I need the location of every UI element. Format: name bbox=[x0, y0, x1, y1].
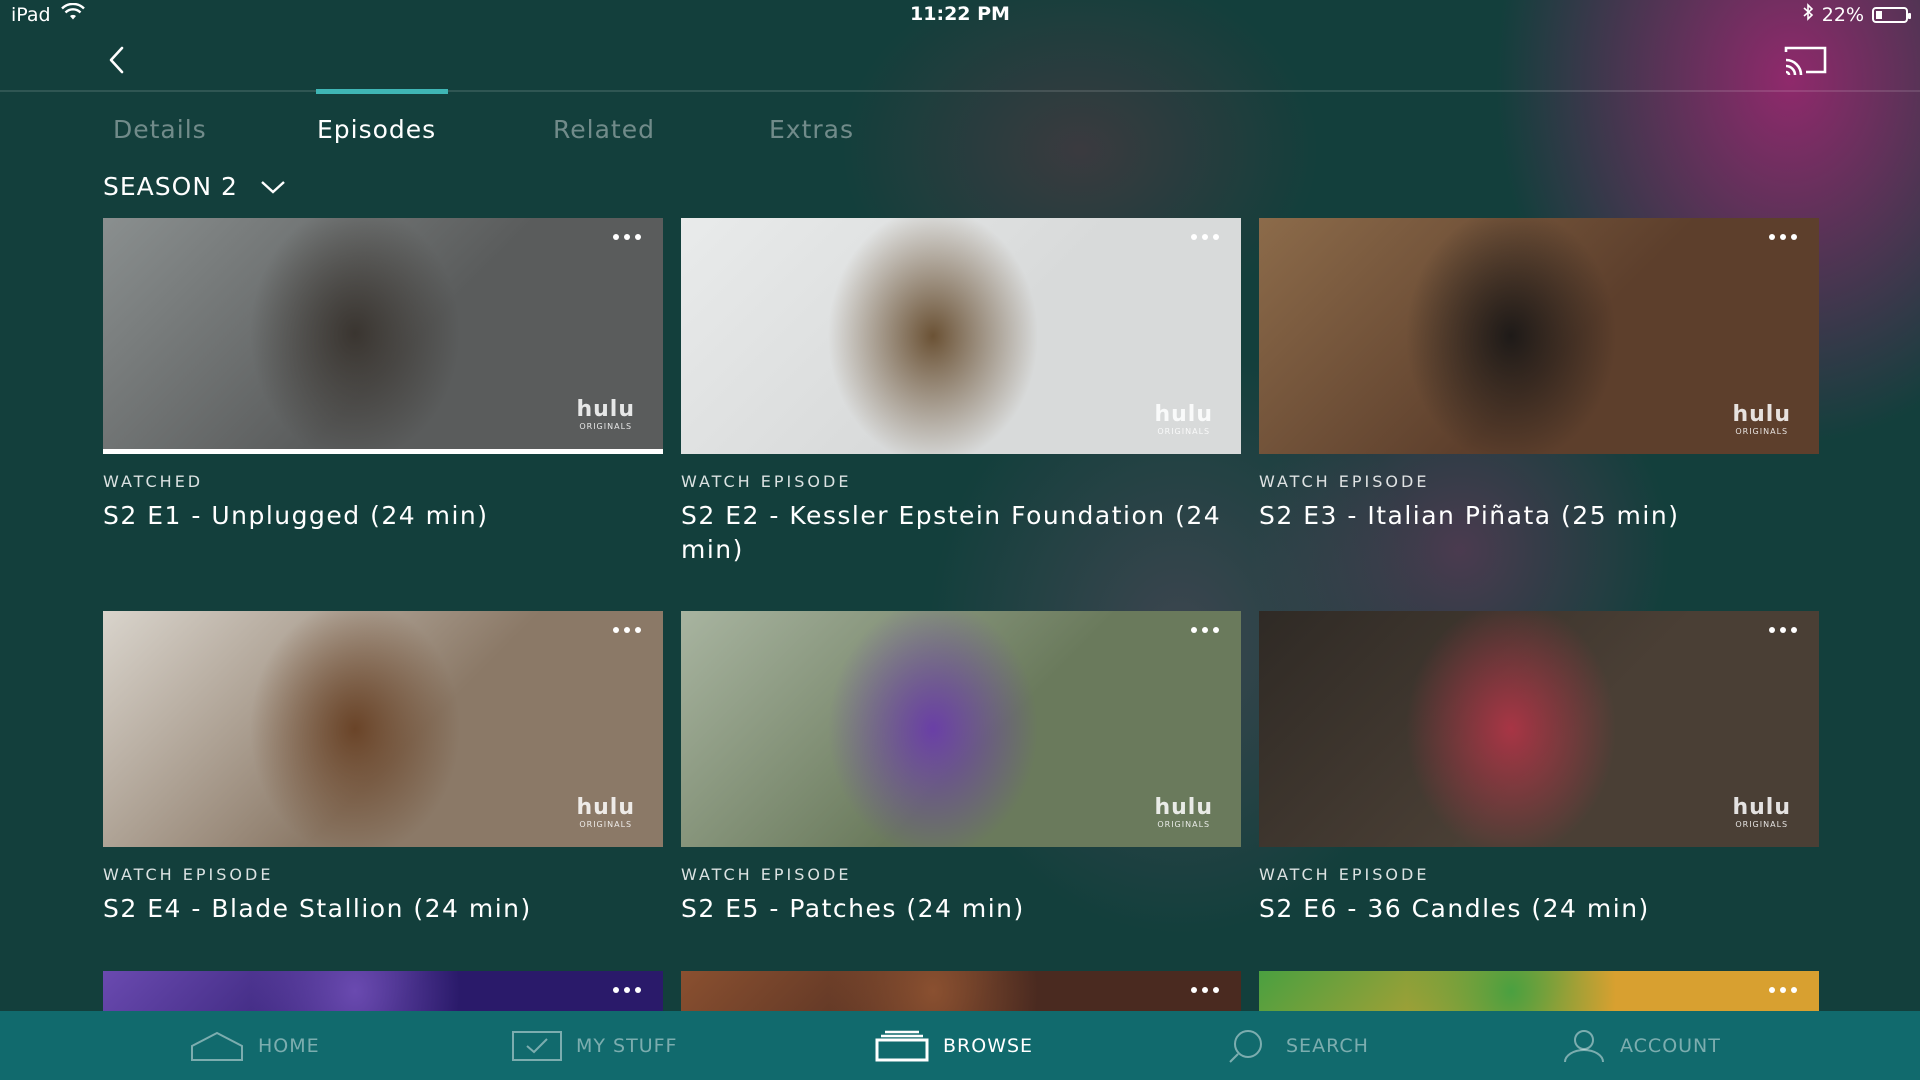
checkmark-box-icon bbox=[512, 1030, 562, 1061]
episode-status: WATCHED bbox=[103, 472, 204, 491]
browse-stack-icon bbox=[875, 1030, 929, 1061]
header-divider bbox=[0, 90, 1920, 92]
hulu-originals-logo: hulu ORIGINALS bbox=[576, 795, 635, 829]
hulu-originals-logo: hulu ORIGINALS bbox=[1732, 795, 1791, 829]
tab-details[interactable]: Details bbox=[113, 115, 207, 144]
episode-title[interactable]: S2 E4 - Blade Stallion (24 min) bbox=[103, 892, 663, 926]
episode-title[interactable]: S2 E6 - 36 Candles (24 min) bbox=[1259, 892, 1819, 926]
episode-card[interactable]: hulu ORIGINALS WATCH EPISODE S2 E3 - Italia… bbox=[1259, 218, 1819, 533]
episode-card[interactable]: hulu ORIGINALS WATCH EPISODE S2 E6 - 36 Can… bbox=[1259, 611, 1819, 926]
more-options-icon[interactable] bbox=[1191, 987, 1219, 993]
more-options-icon[interactable] bbox=[1769, 987, 1797, 993]
episode-thumbnail[interactable]: hulu ORIGINALS bbox=[103, 611, 663, 847]
hulu-originals-logo: hulu ORIGINALS bbox=[1154, 402, 1213, 436]
more-options-icon[interactable] bbox=[1769, 627, 1797, 633]
status-bar: iPad 11:22 PM 22% bbox=[0, 0, 1920, 30]
battery-percent: 22% bbox=[1821, 3, 1864, 26]
episode-thumbnail[interactable] bbox=[681, 971, 1241, 1011]
season-label: SEASON 2 bbox=[103, 172, 238, 201]
more-options-icon[interactable] bbox=[1769, 234, 1797, 240]
nav-browse-label: BROWSE bbox=[943, 1034, 1034, 1057]
nav-search-label: SEARCH bbox=[1286, 1034, 1369, 1057]
episode-thumbnail[interactable]: hulu ORIGINALS bbox=[681, 218, 1241, 454]
episode-thumbnail[interactable]: hulu ORIGINALS bbox=[103, 218, 663, 454]
tab-extras[interactable]: Extras bbox=[769, 115, 854, 144]
episode-status: WATCH EPISODE bbox=[681, 472, 852, 491]
season-selector[interactable]: SEASON 2 bbox=[103, 172, 286, 201]
episode-card[interactable]: hulu ORIGINALS WATCH EPISODE S2 E4 - Blade … bbox=[103, 611, 663, 926]
tab-episodes[interactable]: Episodes bbox=[317, 115, 436, 144]
episode-status: WATCH EPISODE bbox=[1259, 472, 1430, 491]
nav-account-label: ACCOUNT bbox=[1620, 1034, 1721, 1057]
nav-account[interactable]: ACCOUNT bbox=[1562, 1011, 1721, 1080]
back-button[interactable] bbox=[100, 42, 136, 78]
hulu-originals-logo: hulu ORIGINALS bbox=[576, 397, 635, 431]
nav-home[interactable]: HOME bbox=[190, 1011, 320, 1080]
episode-thumbnail[interactable]: hulu ORIGINALS bbox=[681, 611, 1241, 847]
hulu-originals-logo: hulu ORIGINALS bbox=[1154, 795, 1213, 829]
bluetooth-icon bbox=[1802, 3, 1814, 26]
episode-status: WATCH EPISODE bbox=[103, 865, 274, 884]
episode-card[interactable]: hulu ORIGINALS WATCH EPISODE S2 E2 - Kessle… bbox=[681, 218, 1241, 567]
chevron-left-icon bbox=[109, 46, 124, 74]
chevron-down-icon bbox=[261, 180, 285, 194]
nav-my-stuff-label: MY STUFF bbox=[576, 1034, 678, 1057]
nav-search[interactable]: SEARCH bbox=[1226, 1011, 1369, 1080]
episode-title[interactable]: S2 E2 - Kessler Epstein Foundation (24 m… bbox=[681, 499, 1241, 567]
battery-icon bbox=[1872, 6, 1911, 23]
episode-card[interactable]: hulu ORIGINALS WATCHED S2 E1 - Unplugged (2… bbox=[103, 218, 663, 533]
clock: 11:22 PM bbox=[910, 3, 1010, 25]
active-tab-indicator bbox=[316, 89, 448, 94]
episode-status: WATCH EPISODE bbox=[1259, 865, 1430, 884]
more-options-icon[interactable] bbox=[613, 234, 641, 240]
episode-thumbnail[interactable] bbox=[103, 971, 663, 1011]
episode-card[interactable]: hulu ORIGINALS WATCH EPISODE S2 E5 - Patche… bbox=[681, 611, 1241, 926]
episode-title[interactable]: S2 E5 - Patches (24 min) bbox=[681, 892, 1241, 926]
episode-thumbnail[interactable] bbox=[1259, 971, 1819, 1011]
tab-related[interactable]: Related bbox=[553, 115, 655, 144]
hulu-originals-logo: hulu ORIGINALS bbox=[1732, 402, 1791, 436]
episode-card-partial[interactable] bbox=[103, 971, 663, 1011]
more-options-icon[interactable] bbox=[613, 627, 641, 633]
bottom-nav: HOME MY STUFF BROWSE SEARCH ACCOUNT bbox=[0, 1011, 1920, 1080]
episode-title[interactable]: S2 E3 - Italian Piñata (25 min) bbox=[1259, 499, 1819, 533]
more-options-icon[interactable] bbox=[613, 987, 641, 993]
episode-status: WATCH EPISODE bbox=[681, 865, 852, 884]
episode-thumbnail[interactable]: hulu ORIGINALS bbox=[1259, 611, 1819, 847]
account-icon bbox=[1564, 1029, 1604, 1062]
cast-button[interactable] bbox=[1780, 44, 1830, 76]
more-options-icon[interactable] bbox=[1191, 627, 1219, 633]
more-options-icon[interactable] bbox=[1191, 234, 1219, 240]
cast-icon bbox=[1784, 46, 1827, 76]
home-icon bbox=[191, 1031, 243, 1061]
episode-title[interactable]: S2 E1 - Unplugged (24 min) bbox=[103, 499, 663, 533]
episode-card-partial[interactable] bbox=[681, 971, 1241, 1011]
episode-thumbnail[interactable]: hulu ORIGINALS bbox=[1259, 218, 1819, 454]
nav-home-label: HOME bbox=[258, 1034, 320, 1057]
nav-my-stuff[interactable]: MY STUFF bbox=[512, 1011, 677, 1080]
episode-card-partial[interactable] bbox=[1259, 971, 1819, 1011]
search-icon bbox=[1229, 1029, 1262, 1063]
nav-browse[interactable]: BROWSE bbox=[875, 1011, 1033, 1080]
status-right: 22% bbox=[1802, 3, 1911, 26]
